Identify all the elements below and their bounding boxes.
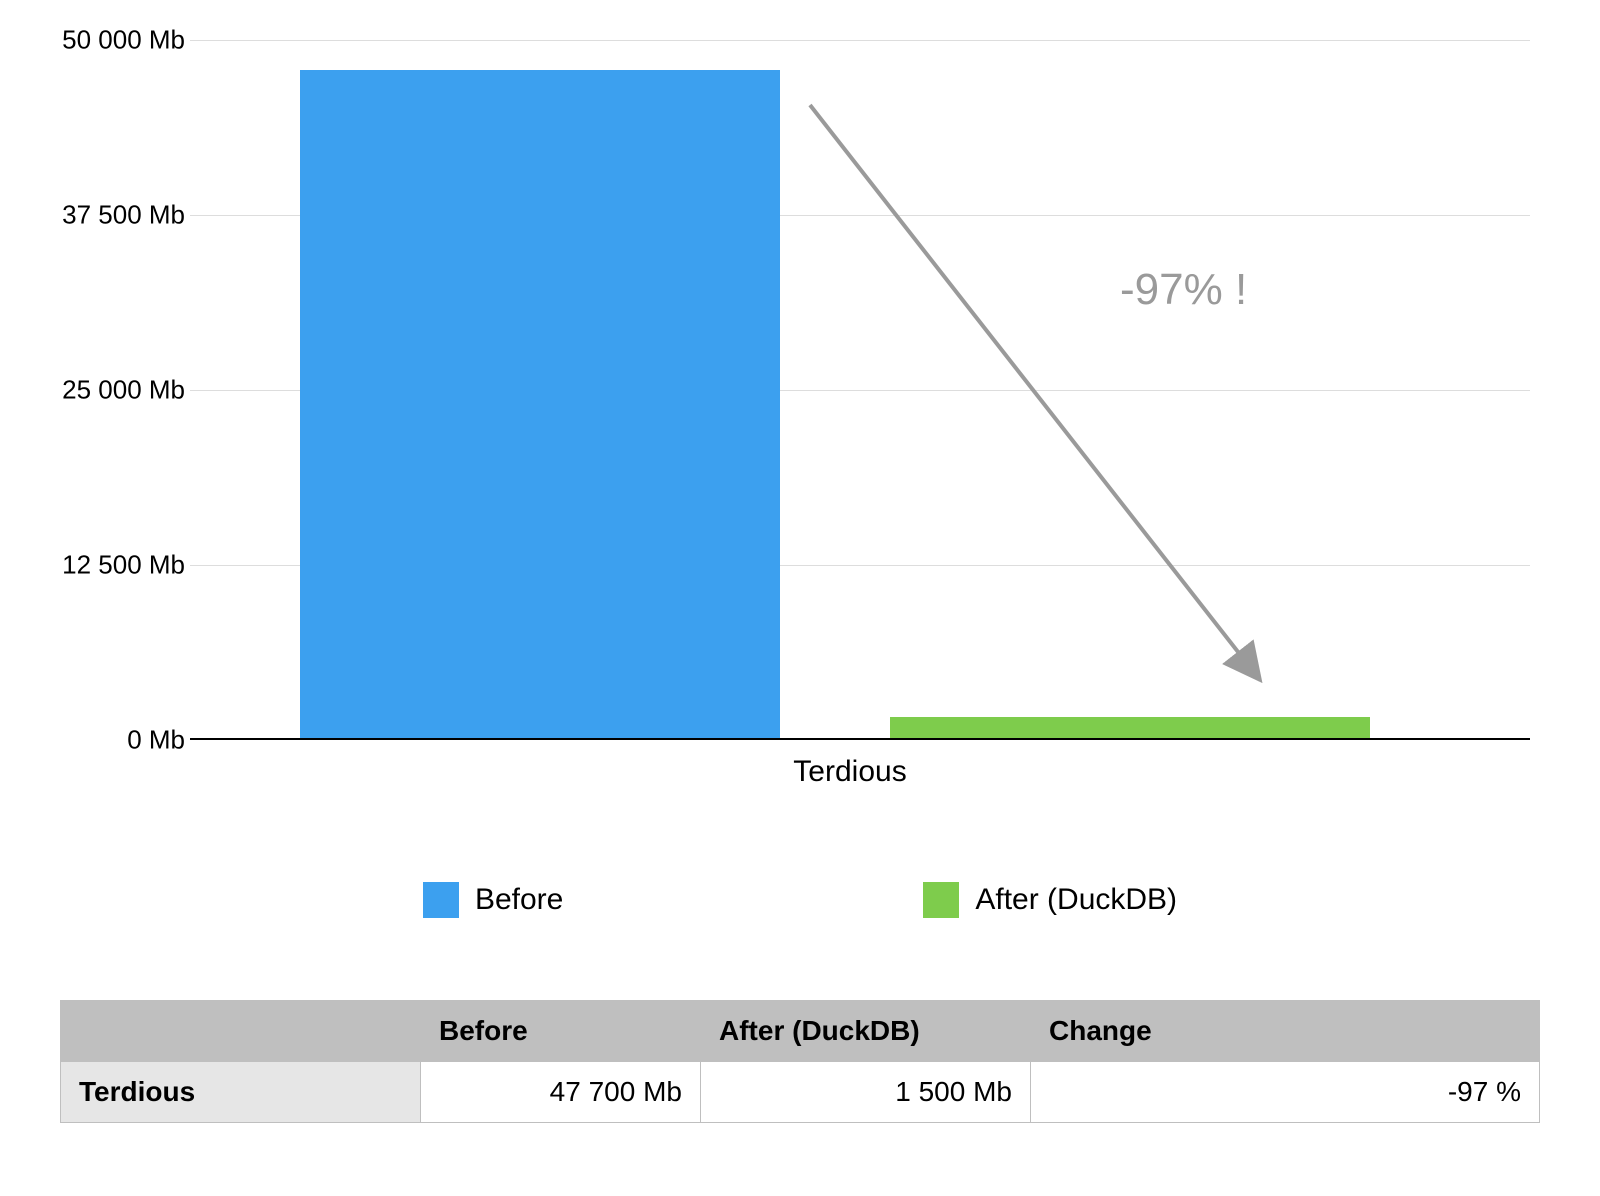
y-tick-1: 12 500 Mb bbox=[60, 550, 185, 581]
table-header-after: After (DuckDB) bbox=[701, 1001, 1031, 1062]
annotation-label: -97% ! bbox=[1120, 265, 1247, 315]
table-row: Terdious 47 700 Mb 1 500 Mb -97 % bbox=[61, 1062, 1540, 1123]
table-header-change: Change bbox=[1031, 1001, 1540, 1062]
data-table: Before After (DuckDB) Change Terdious 47… bbox=[60, 1000, 1540, 1123]
y-tick-4: 50 000 Mb bbox=[60, 25, 185, 56]
table-cell-before: 47 700 Mb bbox=[421, 1062, 701, 1123]
table-header-row: Before After (DuckDB) Change bbox=[61, 1001, 1540, 1062]
y-tick-0: 0 Mb bbox=[60, 725, 185, 756]
legend-swatch-after bbox=[923, 882, 959, 918]
legend-label-before: Before bbox=[475, 883, 563, 917]
legend-swatch-before bbox=[423, 882, 459, 918]
table-cell-change: -97 % bbox=[1031, 1062, 1540, 1123]
grid-line bbox=[190, 40, 1530, 41]
legend-label-after: After (DuckDB) bbox=[975, 883, 1177, 917]
y-tick-2: 25 000 Mb bbox=[60, 375, 185, 406]
table-header-before: Before bbox=[421, 1001, 701, 1062]
x-category-label: Terdious bbox=[750, 755, 950, 789]
legend-item-before: Before bbox=[423, 882, 563, 918]
y-tick-3: 37 500 Mb bbox=[60, 200, 185, 231]
plot-area: -97% ! bbox=[190, 40, 1530, 740]
legend: Before After (DuckDB) bbox=[60, 870, 1540, 930]
bar-after bbox=[890, 717, 1370, 738]
table-row-label: Terdious bbox=[61, 1062, 421, 1123]
table-header-blank bbox=[61, 1001, 421, 1062]
legend-item-after: After (DuckDB) bbox=[923, 882, 1177, 918]
bar-before bbox=[300, 70, 780, 738]
table-cell-after: 1 500 Mb bbox=[701, 1062, 1031, 1123]
chart-container: 0 Mb 12 500 Mb 25 000 Mb 37 500 Mb 50 00… bbox=[60, 40, 1540, 860]
